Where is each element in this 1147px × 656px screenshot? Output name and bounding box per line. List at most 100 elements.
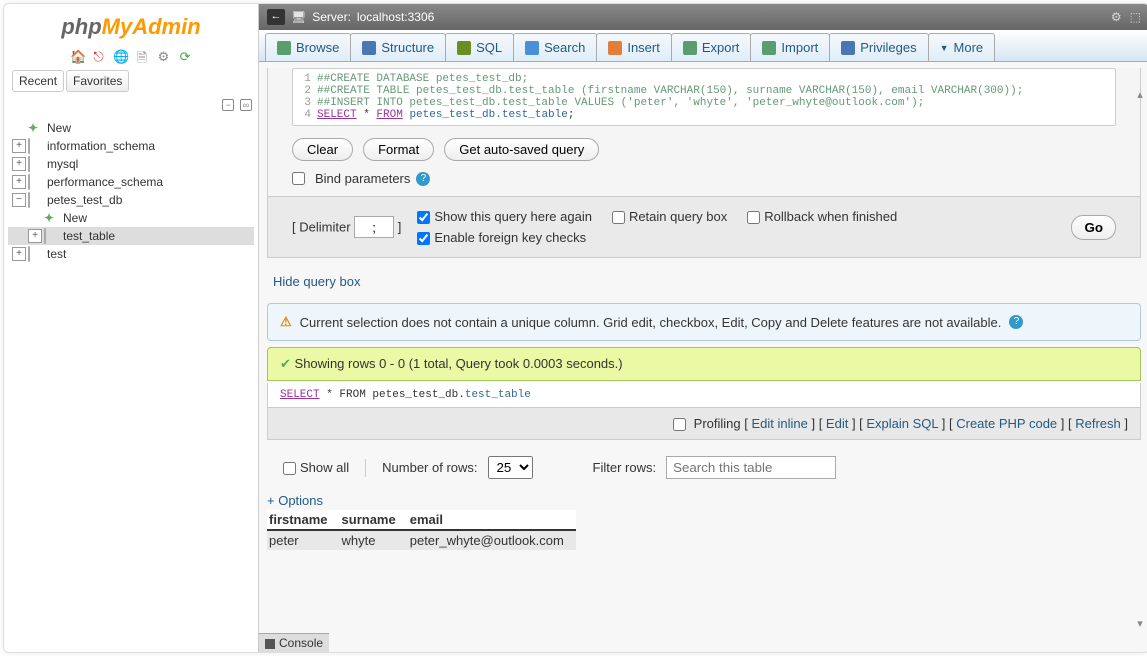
tab-sql[interactable]: SQL [445, 33, 514, 61]
success-text: Showing rows 0 - 0 (1 total, Query took … [295, 356, 623, 371]
tab-label: Structure [381, 40, 434, 55]
tab-export[interactable]: Export [671, 33, 752, 61]
delimiter-label: Delimiter [299, 220, 350, 235]
bind-params-checkbox[interactable] [292, 172, 305, 185]
tree-item-label: information_schema [47, 139, 155, 153]
tab-privileges[interactable]: Privileges [829, 33, 928, 61]
action-edit[interactable]: Edit [826, 416, 848, 431]
back-button[interactable]: ← [267, 9, 285, 25]
settings-icon[interactable]: ⚙ [156, 49, 170, 63]
expand-icon[interactable]: + [12, 175, 26, 189]
link-icon[interactable]: ∞ [240, 99, 252, 111]
tree-item-petes_test_db[interactable]: − petes_test_db [8, 191, 254, 209]
tree-item-test_table[interactable]: +test_table [8, 227, 254, 245]
tree-item-label: test [47, 247, 66, 261]
delimiter-input[interactable] [354, 216, 394, 238]
numrows-select[interactable]: 25 [488, 456, 533, 479]
collapse-icon[interactable]: ⬚ [1130, 10, 1141, 24]
new-icon: ✦ [44, 211, 60, 225]
tree-controls: − ∞ [4, 96, 258, 113]
tree-item-label: petes_test_db [47, 193, 122, 207]
scrollbar[interactable]: ▴▾ [1133, 88, 1147, 630]
expand-icon[interactable]: + [12, 139, 26, 153]
reload-icon[interactable]: ⟳ [178, 49, 192, 63]
col-header[interactable]: firstname [267, 510, 340, 530]
action-explain-sql[interactable]: Explain SQL [866, 416, 938, 431]
server-value[interactable]: localhost:3306 [357, 10, 434, 24]
logout-icon[interactable]: ⎋ [92, 49, 106, 63]
tab-more[interactable]: ▼More [928, 33, 996, 61]
action-refresh[interactable]: Refresh [1075, 416, 1121, 431]
query-icon[interactable]: 🗎 [135, 49, 149, 63]
go-button[interactable]: Go [1071, 215, 1116, 240]
console-label: Console [279, 636, 323, 650]
docs-icon[interactable]: 🌐 [113, 49, 127, 63]
show-all-checkbox[interactable] [283, 462, 296, 475]
expand-icon[interactable]: + [12, 247, 26, 261]
format-button[interactable]: Format [363, 138, 434, 161]
show-again-label: Show this query here again [434, 209, 592, 224]
sql-editor[interactable]: 1##CREATE DATABASE petes_test_db;2##CREA… [292, 68, 1116, 126]
sidebar-tabs: Recent Favorites [4, 66, 258, 96]
tab-favorites[interactable]: Favorites [66, 70, 129, 92]
tab-label: Privileges [860, 40, 916, 55]
gear-icon[interactable]: ⚙ [1111, 10, 1122, 24]
content: 1##CREATE DATABASE petes_test_db;2##CREA… [259, 62, 1147, 652]
hide-query-link[interactable]: Hide query box [259, 264, 1147, 299]
rollback-checkbox[interactable] [747, 211, 760, 224]
success-alert: ✔ Showing rows 0 - 0 (1 total, Query too… [267, 347, 1141, 381]
action-create-php-code[interactable]: Create PHP code [956, 416, 1057, 431]
filter-input[interactable] [666, 456, 836, 479]
filter-label: Filter rows: [593, 460, 657, 475]
tab-structure[interactable]: Structure [350, 33, 446, 61]
home-icon[interactable]: 🏠 [70, 49, 84, 63]
autosaved-button[interactable]: Get auto-saved query [444, 138, 599, 161]
console-bar[interactable]: Console [259, 633, 329, 652]
fk-checkbox[interactable] [417, 232, 430, 245]
filter-row: Show all Number of rows: 25 Filter rows: [259, 440, 1147, 491]
collapse-all-icon[interactable]: − [222, 99, 234, 111]
profiling-checkbox[interactable] [673, 418, 686, 431]
tab-import[interactable]: Import [750, 33, 830, 61]
table-row[interactable]: peterwhytepeter_whyte@outlook.com [267, 530, 576, 550]
clear-button[interactable]: Clear [292, 138, 353, 161]
tab-recent[interactable]: Recent [12, 70, 64, 92]
tab-label: Import [781, 40, 818, 55]
tree-item-label: New [63, 211, 87, 225]
help-icon[interactable]: ? [1009, 315, 1023, 329]
warning-icon: ⚠ [280, 314, 292, 330]
help-icon[interactable]: ? [416, 172, 430, 186]
tree-item-mysql[interactable]: + mysql [8, 155, 254, 173]
result-table: firstnamesurnameemailpeterwhytepeter_why… [267, 510, 576, 550]
tree-item-label: mysql [47, 157, 78, 171]
plus-options-link[interactable]: + Options [259, 491, 1147, 510]
logo-myadmin: MyAdmin [102, 14, 201, 39]
tab-icon [525, 41, 539, 55]
tab-icon [683, 41, 697, 55]
tree-item-information_schema[interactable]: + information_schema [8, 137, 254, 155]
tab-icon [362, 41, 376, 55]
tab-search[interactable]: Search [513, 33, 597, 61]
logo[interactable]: phpMyAdmin [4, 4, 258, 44]
retain-checkbox[interactable] [612, 211, 625, 224]
sql-panel: 1##CREATE DATABASE petes_test_db;2##CREA… [267, 68, 1141, 258]
expand-icon[interactable]: + [12, 157, 26, 171]
tree-item-new[interactable]: ✦New [8, 209, 254, 227]
expand-icon[interactable]: − [12, 193, 26, 207]
cell: peter_whyte@outlook.com [408, 530, 576, 550]
database-icon [28, 175, 44, 189]
col-header[interactable]: email [408, 510, 576, 530]
col-header[interactable]: surname [340, 510, 408, 530]
logo-php: php [61, 14, 101, 39]
show-again-checkbox[interactable] [417, 211, 430, 224]
action-edit-inline[interactable]: Edit inline [751, 416, 807, 431]
tab-insert[interactable]: Insert [596, 33, 672, 61]
tree-item-test[interactable]: + test [8, 245, 254, 263]
tree-item-new[interactable]: ✦New [8, 119, 254, 137]
bind-params-label: Bind parameters [315, 171, 410, 186]
tab-browse[interactable]: Browse [265, 33, 351, 61]
warning-text: Current selection does not contain a uni… [300, 315, 1002, 330]
tab-label: Browse [296, 40, 339, 55]
tree-item-performance_schema[interactable]: +performance_schema [8, 173, 254, 191]
expand-icon[interactable]: + [28, 229, 42, 243]
